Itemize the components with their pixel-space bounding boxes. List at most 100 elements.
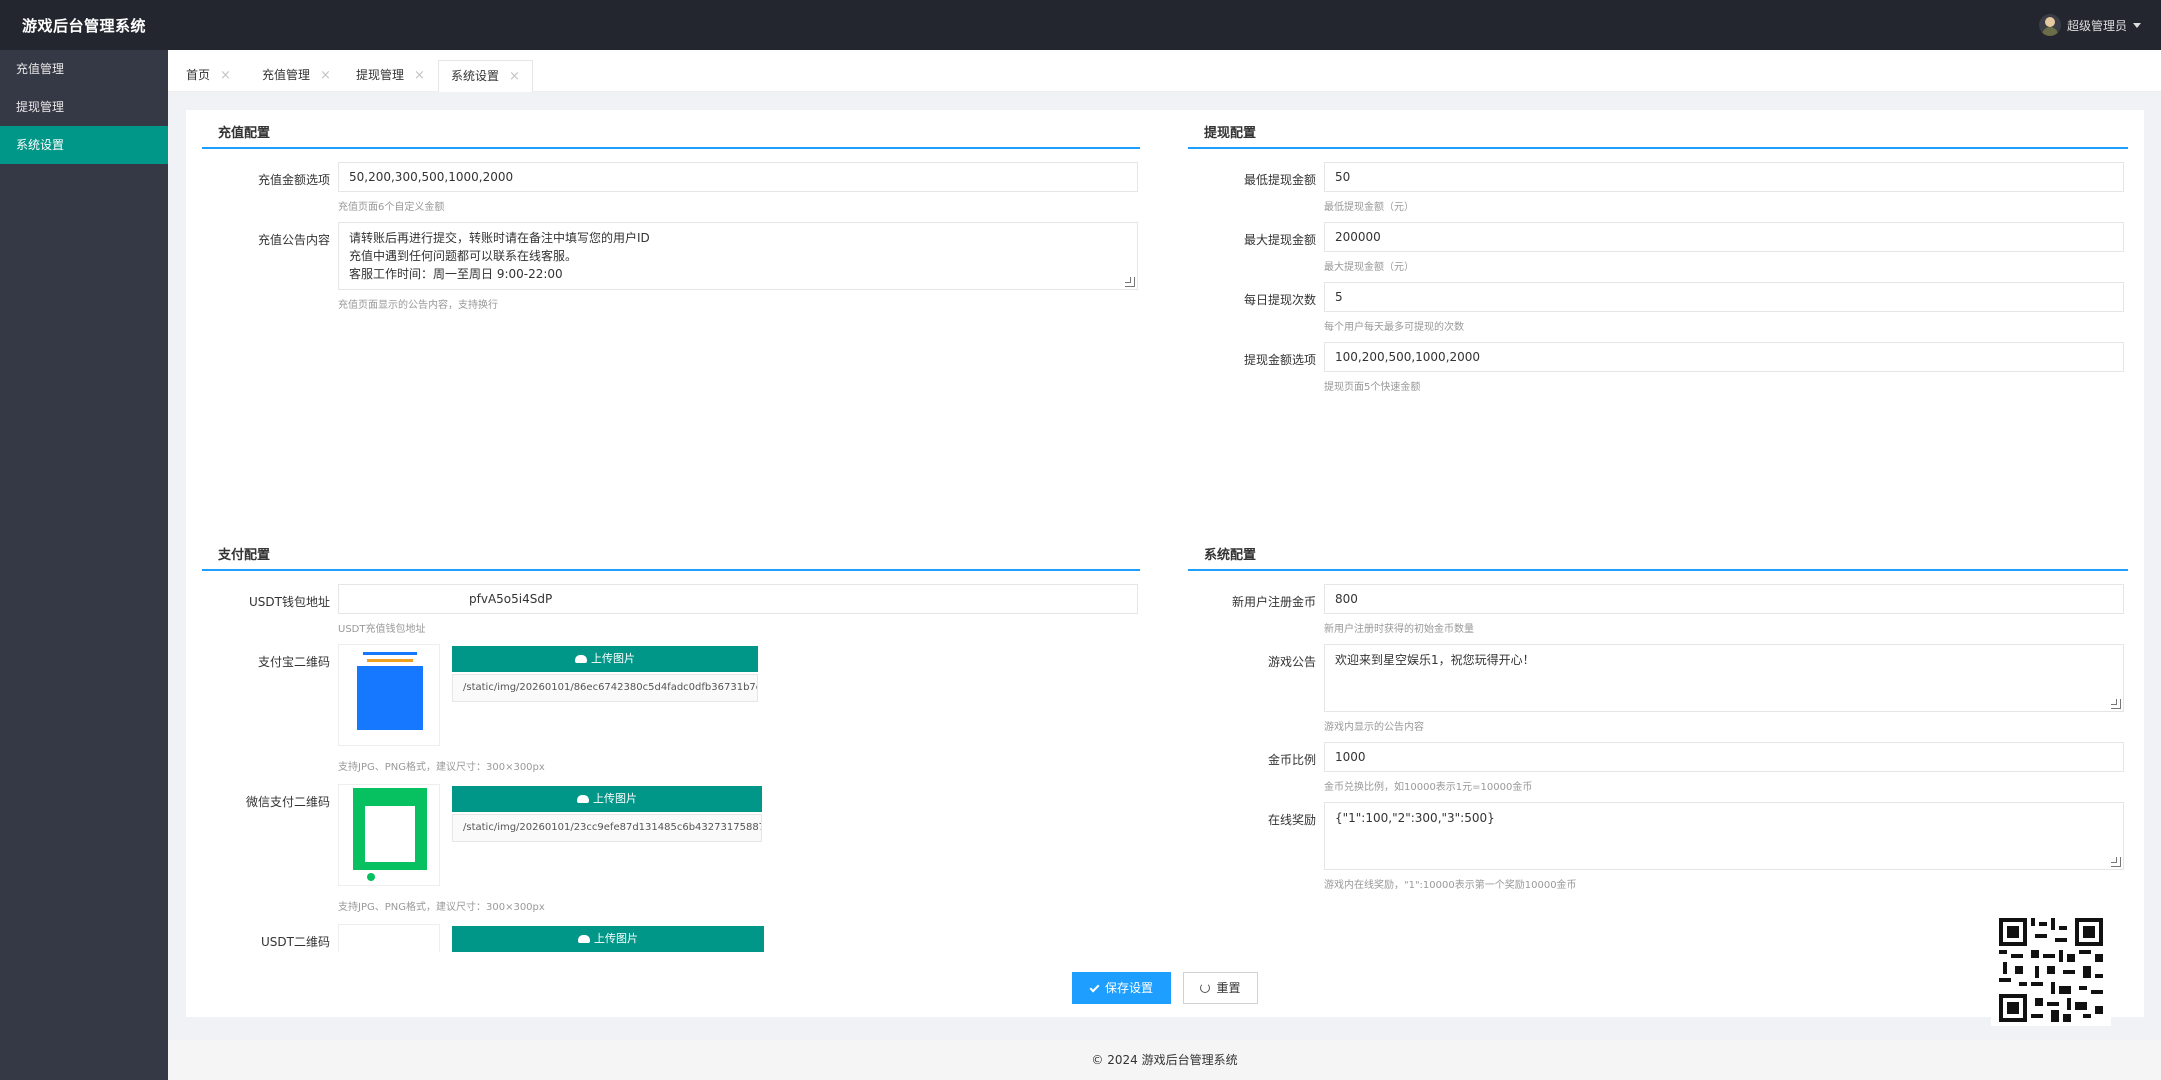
upload-label: 上传图片	[593, 792, 637, 805]
usdt-address-label: USDT钱包地址	[249, 595, 330, 609]
sidebar-item-recharge[interactable]: 充值管理	[0, 50, 168, 88]
tab-recharge[interactable]: 充值管理 ×	[262, 64, 331, 92]
wechat-qr-label: 微信支付二维码	[245, 795, 330, 809]
save-button[interactable]: 保存设置	[1072, 972, 1171, 1004]
alipay-upload-button[interactable]: 上传图片	[452, 646, 758, 672]
recharge-section-title: 充值配置	[202, 110, 1140, 149]
alipay-format-hint: 支持JPG、PNG格式，建议尺寸：300×300px	[338, 762, 545, 773]
payment-section: 支付配置 USDT钱包地址 pfvA5o5i4SdP USDT充值钱包地址 支付…	[202, 532, 1140, 952]
game-notice-label: 游戏公告	[1267, 655, 1316, 669]
online-reward-label: 在线奖励	[1267, 813, 1316, 827]
online-reward-textarea[interactable]: {"1":100,"2":300,"3":500}	[1324, 802, 2124, 870]
max-withdraw-hint: 最大提现金额（元）	[1324, 262, 1414, 273]
sidebar-item-settings[interactable]: 系统设置	[0, 126, 168, 164]
avatar	[2038, 14, 2061, 36]
withdraw-section: 提现配置 最低提现金额 50 最低提现金额（元） 最大提现金额 200000 最…	[1188, 110, 2128, 520]
sidebar: 充值管理 提现管理 系统设置	[0, 50, 168, 1080]
resize-grip-icon[interactable]	[2111, 699, 2121, 709]
check-icon	[1089, 982, 1100, 993]
payment-section-title: 支付配置	[202, 532, 1140, 571]
close-icon[interactable]: ×	[320, 68, 331, 83]
game-notice-textarea[interactable]: 欢迎来到星空娱乐1，祝您玩得开心！	[1324, 644, 2124, 712]
recharge-amounts-hint: 充值页面6个自定义金额	[338, 202, 445, 213]
wechat-path-field[interactable]: /static/img/20260101/23cc9efe87d131485c6…	[452, 814, 762, 842]
notice-line: 客服工作时间：周一至周日 9:00-22:00	[349, 267, 563, 281]
daily-withdraw-input[interactable]: 5	[1324, 282, 2124, 312]
cloud-upload-icon	[578, 935, 590, 943]
game-notice-hint: 游戏内显示的公告内容	[1324, 722, 1424, 733]
usdt-upload-button[interactable]: 上传图片	[452, 926, 764, 952]
withdraw-amounts-hint: 提现页面5个快速金额	[1324, 382, 1421, 393]
usdt-qr-label: USDT二维码	[261, 935, 330, 949]
system-section: 系统配置 新用户注册金币 800 新用户注册时获得的初始金币数量 游戏公告 欢迎…	[1188, 532, 2128, 952]
alipay-qr-preview	[338, 644, 440, 746]
save-label: 保存设置	[1104, 981, 1153, 995]
refresh-icon	[1200, 983, 1211, 993]
tab-bar: 首页 × 充值管理 × 提现管理 × 系统设置 ×	[168, 50, 2161, 92]
usdt-address-hint: USDT充值钱包地址	[338, 624, 426, 635]
cloud-upload-icon	[577, 795, 589, 803]
cloud-upload-icon	[575, 655, 587, 663]
daily-withdraw-label: 每日提现次数	[1243, 293, 1316, 307]
max-withdraw-input[interactable]: 200000	[1324, 222, 2124, 252]
form-actions: 保存设置 重置	[186, 972, 2144, 1012]
resize-grip-icon[interactable]	[2111, 857, 2121, 867]
settings-panel: 充值配置 充值金额选项 50,200,300,500,1000,2000 充值页…	[186, 110, 2144, 1017]
usdt-qr-preview	[338, 924, 440, 952]
tab-withdraw-label: 提现管理	[356, 68, 405, 82]
user-menu[interactable]: 超级管理员	[2038, 14, 2141, 36]
app-title: 游戏后台管理系统	[22, 17, 147, 35]
floating-qr-code	[1991, 912, 2111, 1026]
online-reward-hint: 游戏内在线奖励，"1":10000表示第一个奖励10000金币	[1324, 880, 1577, 891]
tab-withdraw[interactable]: 提现管理 ×	[356, 64, 425, 92]
withdraw-section-title: 提现配置	[1188, 110, 2128, 149]
recharge-amounts-label: 充值金额选项	[257, 173, 330, 187]
tab-home-label: 首页	[186, 68, 211, 82]
tab-recharge-label: 充值管理	[262, 68, 311, 82]
qr-code-icon	[1999, 918, 2103, 1022]
alipay-qr-label: 支付宝二维码	[257, 655, 330, 669]
notice-line: 充值中遇到任何问题都可以联系在线客服。	[349, 249, 578, 263]
tab-home[interactable]: 首页 ×	[186, 64, 231, 92]
page-footer: © 2024 游戏后台管理系统	[168, 1040, 2161, 1080]
close-icon[interactable]: ×	[414, 68, 425, 83]
sidebar-item-withdraw[interactable]: 提现管理	[0, 88, 168, 126]
register-coins-input[interactable]: 800	[1324, 584, 2124, 614]
max-withdraw-label: 最大提现金额	[1243, 233, 1316, 247]
tab-settings-label: 系统设置	[451, 69, 500, 83]
wechat-upload-button[interactable]: 上传图片	[452, 786, 762, 812]
game-notice-text: 欢迎来到星空娱乐1，祝您玩得开心！	[1335, 653, 1535, 667]
withdraw-amounts-input[interactable]: 100,200,500,1000,2000	[1324, 342, 2124, 372]
coin-ratio-label: 金币比例	[1267, 753, 1316, 767]
resize-grip-icon[interactable]	[1125, 277, 1135, 287]
recharge-notice-label: 充值公告内容	[257, 233, 330, 247]
alipay-path-field[interactable]: /static/img/20260101/86ec6742380c5d4fadc…	[452, 674, 758, 702]
min-withdraw-input[interactable]: 50	[1324, 162, 2124, 192]
top-header: 游戏后台管理系统 超级管理员	[0, 0, 2161, 50]
notice-line: 请转账后再进行提交，转账时请在备注中填写您的用户ID	[349, 231, 650, 245]
alipay-card-image	[357, 648, 423, 744]
register-coins-label: 新用户注册金币	[1231, 595, 1316, 609]
close-icon[interactable]: ×	[509, 69, 520, 84]
usdt-address-input[interactable]: pfvA5o5i4SdP	[338, 584, 1138, 614]
recharge-amounts-input[interactable]: 50,200,300,500,1000,2000	[338, 162, 1138, 192]
recharge-notice-textarea[interactable]: 请转账后再进行提交，转账时请在备注中填写您的用户ID 充值中遇到任何问题都可以联…	[338, 222, 1138, 290]
online-reward-text: {"1":100,"2":300,"3":500}	[1335, 811, 1495, 825]
register-coins-hint: 新用户注册时获得的初始金币数量	[1324, 624, 1474, 635]
close-icon[interactable]: ×	[220, 68, 231, 83]
reset-button[interactable]: 重置	[1183, 972, 1258, 1004]
system-section-title: 系统配置	[1188, 532, 2128, 571]
daily-withdraw-hint: 每个用户每天最多可提现的次数	[1324, 322, 1464, 333]
min-withdraw-hint: 最低提现金额（元）	[1324, 202, 1414, 213]
caret-down-icon	[2133, 22, 2141, 28]
recharge-section: 充值配置 充值金额选项 50,200,300,500,1000,2000 充值页…	[202, 110, 1140, 520]
wechat-qr-preview	[338, 784, 440, 886]
recharge-notice-hint: 充值页面显示的公告内容，支持换行	[338, 300, 498, 311]
wechat-card-image	[353, 788, 427, 884]
tab-settings[interactable]: 系统设置 ×	[438, 60, 533, 92]
coin-ratio-input[interactable]: 1000	[1324, 742, 2124, 772]
reset-label: 重置	[1216, 981, 1241, 995]
coin-ratio-hint: 金币兑换比例，如10000表示1元=10000金币	[1324, 782, 1533, 793]
user-name: 超级管理员	[2066, 18, 2127, 33]
withdraw-amounts-label: 提现金额选项	[1243, 353, 1316, 367]
